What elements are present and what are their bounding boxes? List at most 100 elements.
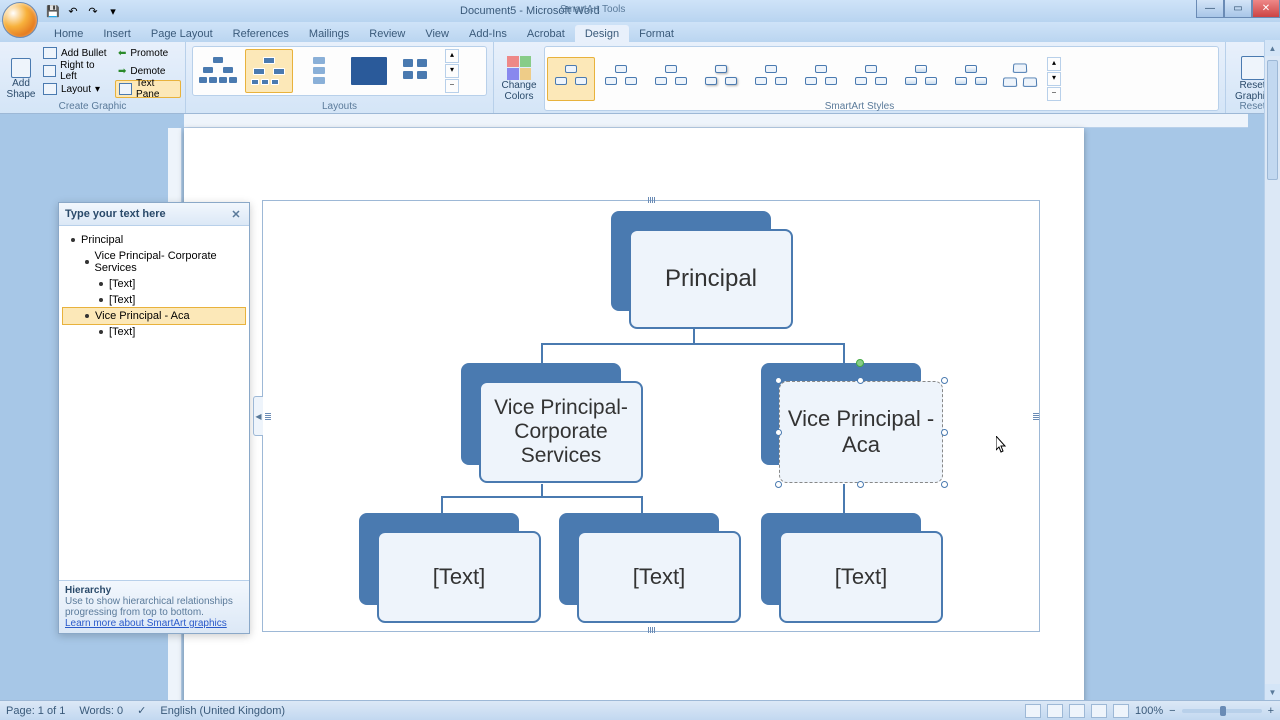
qat-customize[interactable]: ▾ [104,2,122,20]
layout-option-2[interactable] [245,49,293,93]
layouts-gallery[interactable]: ▴▾⎯ [192,46,487,96]
resize-handle-ne[interactable] [941,377,948,384]
rotate-handle[interactable] [856,359,864,367]
zoom-slider-thumb[interactable] [1220,706,1226,716]
smartart-canvas[interactable]: ◀ Principal Vice Principal- Corporate Se… [262,200,1040,632]
group-layouts: ▴▾⎯ Layouts [186,42,494,113]
textpane-item[interactable]: [Text] [63,292,245,308]
maximize-button[interactable]: ▭ [1224,0,1252,18]
frame-handle-left[interactable] [263,406,271,426]
layout-option-1[interactable] [195,49,243,93]
smartart-text-pane[interactable]: Type your text here ✕ Principal Vice Pri… [58,202,250,634]
resize-handle-e[interactable] [941,429,948,436]
save-icon: 💾 [46,5,60,18]
style-4[interactable] [697,57,745,101]
scroll-down-button[interactable]: ▼ [1265,684,1280,700]
tab-home[interactable]: Home [44,25,93,42]
tab-references[interactable]: References [223,25,299,42]
scroll-up-button[interactable]: ▲ [1265,40,1280,56]
style-2[interactable] [597,57,645,101]
resize-handle-n[interactable] [857,377,864,384]
zoom-slider[interactable] [1182,709,1262,713]
tab-mailings[interactable]: Mailings [299,25,359,42]
right-to-left-button[interactable]: Right to Left [40,62,113,80]
text-pane-button[interactable]: Text Pane [115,80,181,98]
close-icon: ✕ [231,208,240,221]
textpane-item[interactable]: [Text] [63,276,245,292]
textpane-learn-more-link[interactable]: Learn more about SmartArt graphics [65,618,243,629]
view-web-layout[interactable] [1069,704,1085,718]
textpane-item[interactable]: Principal [63,232,245,248]
node-box[interactable]: Principal [629,229,793,329]
layout-option-3[interactable] [295,49,343,93]
style-9[interactable] [947,57,995,101]
scroll-thumb[interactable] [1267,60,1278,180]
frame-handle-top[interactable] [641,197,661,205]
textpane-title: Type your text here [65,208,166,220]
tab-page-layout[interactable]: Page Layout [141,25,223,42]
style-7[interactable] [847,57,895,101]
status-words[interactable]: Words: 0 [79,705,123,717]
resize-handle-se[interactable] [941,481,948,488]
style-5[interactable] [747,57,795,101]
node-box[interactable]: [Text] [377,531,541,623]
zoom-in-button[interactable]: + [1268,705,1274,717]
resize-handle-s[interactable] [857,481,864,488]
view-full-screen[interactable] [1047,704,1063,718]
bullet-icon [85,314,89,318]
textpane-close-button[interactable]: ✕ [229,207,243,221]
redo-button[interactable]: ↷ [84,2,102,20]
style-6[interactable] [797,57,845,101]
textpane-footer-desc: Use to show hierarchical relationships p… [65,596,243,618]
style-8[interactable] [897,57,945,101]
zoom-out-button[interactable]: − [1169,705,1175,717]
reset-icon [1241,56,1265,80]
layout-button[interactable]: Layout▾ [40,80,113,98]
style-3[interactable] [647,57,695,101]
textpane-item[interactable]: [Text] [63,324,245,340]
resize-handle-nw[interactable] [775,377,782,384]
undo-button[interactable]: ↶ [64,2,82,20]
resize-handle-sw[interactable] [775,481,782,488]
layout-option-5[interactable] [395,49,443,93]
tab-design[interactable]: Design [575,25,629,42]
style-1[interactable] [547,57,595,101]
close-button[interactable]: ✕ [1252,0,1280,18]
view-draft[interactable] [1113,704,1129,718]
vertical-scrollbar[interactable]: ▲ ▼ [1264,40,1280,700]
layouts-more[interactable]: ▴▾⎯ [445,49,459,93]
horizontal-ruler[interactable] [184,114,1248,128]
node-box[interactable]: [Text] [779,531,943,623]
node-box[interactable]: Vice Principal- Corporate Services [479,381,643,483]
office-button[interactable] [2,2,38,38]
tab-review[interactable]: Review [359,25,415,42]
textpane-body[interactable]: Principal Vice Principal- Corporate Serv… [59,226,249,580]
textpane-item-selected[interactable]: Vice Principal - Aca [62,307,246,325]
resize-handle-w[interactable] [775,429,782,436]
textpane-toggle[interactable]: ◀ [253,396,263,436]
node-box[interactable]: [Text] [577,531,741,623]
tab-format[interactable]: Format [629,25,684,42]
frame-handle-bottom[interactable] [641,627,661,635]
promote-button[interactable]: ⬅Promote [115,44,181,62]
style-10[interactable] [997,57,1045,101]
styles-more[interactable]: ▴▾⎯ [1047,57,1061,101]
textpane-item[interactable]: Vice Principal- Corporate Services [63,248,245,276]
tab-insert[interactable]: Insert [93,25,141,42]
layout-option-4[interactable] [345,49,393,93]
minimize-button[interactable]: — [1196,0,1224,18]
frame-handle-right[interactable] [1031,406,1039,426]
rtl-icon [43,65,56,77]
tab-acrobat[interactable]: Acrobat [517,25,575,42]
save-button[interactable]: 💾 [44,2,62,20]
zoom-value[interactable]: 100% [1135,705,1163,717]
add-shape-label: Add Shape [7,78,36,100]
status-language[interactable]: English (United Kingdom) [160,705,285,717]
status-proofing-icon[interactable]: ✓ [137,704,146,717]
view-outline[interactable] [1091,704,1107,718]
tab-view[interactable]: View [415,25,459,42]
node-box-selected[interactable]: Vice Principal - Aca [779,381,943,483]
view-print-layout[interactable] [1025,704,1041,718]
tab-addins[interactable]: Add-Ins [459,25,517,42]
status-page[interactable]: Page: 1 of 1 [6,705,65,717]
